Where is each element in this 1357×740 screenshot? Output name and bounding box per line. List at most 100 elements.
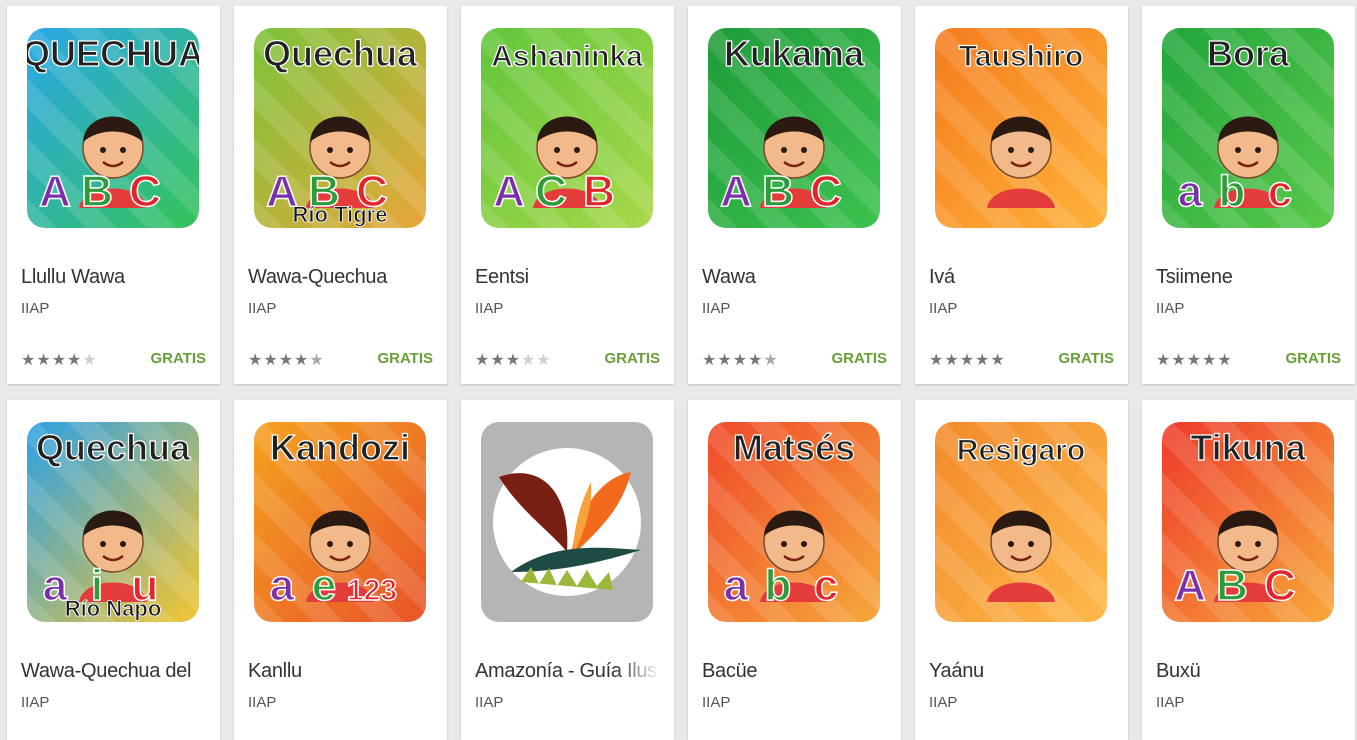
app-title[interactable]: Buxü [1156,660,1342,683]
price-label[interactable]: GRATIS [604,350,660,367]
star-icon: ★ [475,352,491,369]
star-icon: ★ [51,352,68,369]
star-rating: ★★★★★ [475,350,552,370]
app-developer[interactable]: IIAP [475,694,503,711]
quechua-rio-tigre-app-icon[interactable]: Quechua A B C Río Tigre [254,28,426,228]
tikuna-app-icon[interactable]: Tikuna A B C [1162,422,1334,622]
star-icon: ★ [975,352,991,369]
app-card[interactable]: Amazonía - Guía Ilus IIAP [461,400,674,740]
price-label[interactable]: GRATIS [377,350,433,367]
svg-text:A: A [720,167,752,216]
app-developer[interactable]: IIAP [21,694,49,711]
svg-text:b: b [1219,167,1246,216]
app-developer[interactable]: IIAP [475,300,503,317]
bora-app-icon[interactable]: Bora a b c [1162,28,1334,228]
star-icon: ★ [82,352,98,369]
quechua-abc-app-icon[interactable]: QUECHUA A B C [27,28,199,228]
app-developer[interactable]: IIAP [248,694,276,711]
svg-text:a: a [270,561,295,610]
app-card[interactable]: Bora a b c Tsiimene IIAP ★★★★★ GRATIS [1142,6,1355,384]
star-icon: ★ [309,352,325,369]
star-icon: ★ [732,352,749,369]
app-developer[interactable]: IIAP [702,694,730,711]
svg-text:c: c [1268,167,1292,216]
resigaro-app-icon[interactable]: Resigaro [935,422,1107,622]
star-icon: ★ [248,352,264,369]
matses-app-icon[interactable]: Matsés a b c [708,422,880,622]
star-icon: ★ [763,352,779,369]
svg-text:Río Napo: Río Napo [65,596,162,621]
app-developer[interactable]: IIAP [702,300,730,317]
app-card[interactable]: Kukama A B C Wawa IIAP ★★★★★ GRATIS [688,6,901,384]
star-icon: ★ [702,352,718,369]
app-title[interactable]: Wawa-Quechua [248,266,434,289]
app-card[interactable]: Quechua A B C Río Tigre Wawa-Quechua IIAP ★★★★★… [234,6,447,384]
app-developer[interactable]: IIAP [21,300,49,317]
app-card[interactable]: Taushiro Ivá IIAP ★★★★★ GRATIS [915,6,1128,384]
price-label[interactable]: GRATIS [1285,350,1341,367]
app-icon-graphic [481,422,653,622]
app-developer[interactable]: IIAP [248,300,276,317]
ashaninka-app-icon[interactable]: Ashaninka A C B [481,28,653,228]
app-card[interactable]: Quechua a i u Río Napo Wawa-Quechua del IIAP [7,400,220,740]
app-card[interactable]: Resigaro Yaánu IIAP [915,400,1128,740]
app-card[interactable]: Ashaninka A C B Eentsi IIAP ★★★★★ GRATIS [461,6,674,384]
star-icon: ★ [521,352,537,369]
app-title[interactable]: Wawa-Quechua del [21,660,207,683]
svg-text:Kukama: Kukama [724,33,865,74]
svg-text:Quechua: Quechua [263,33,418,74]
star-icon: ★ [1186,352,1203,369]
app-icon-graphic: QUECHUA A B C [27,28,199,228]
kandozi-app-icon[interactable]: Kandozi a e 123 [254,422,426,622]
amazonia-guide-logo-icon[interactable] [481,422,653,622]
app-developer[interactable]: IIAP [929,694,957,711]
app-title[interactable]: Wawa [702,266,888,289]
star-icon: ★ [1171,352,1187,369]
star-icon: ★ [263,352,279,369]
app-title[interactable]: Llullu Wawa [21,266,207,289]
star-icon: ★ [21,352,37,369]
app-card[interactable]: Matsés a b c Bacüe IIAP [688,400,901,740]
svg-text:QUECHUA: QUECHUA [27,33,199,74]
app-title[interactable]: Kanllu [248,660,434,683]
star-rating: ★★★★★ [1156,350,1233,370]
star-icon: ★ [990,352,1006,369]
app-title[interactable]: Bacüe [702,660,888,683]
svg-text:a: a [1178,167,1203,216]
star-icon: ★ [717,352,733,369]
price-label[interactable]: GRATIS [831,350,887,367]
svg-text:B: B [583,167,615,216]
app-developer[interactable]: IIAP [1156,694,1184,711]
app-card[interactable]: QUECHUA A B C Llullu Wawa IIAP ★★★★★ GRATIS [7,6,220,384]
app-icon-graphic: Kukama A B C [708,28,880,228]
star-icon: ★ [505,352,522,369]
app-developer[interactable]: IIAP [1156,300,1184,317]
star-icon: ★ [929,352,945,369]
svg-text:B: B [1216,561,1248,610]
svg-text:C: C [535,167,567,216]
svg-text:C: C [1264,561,1296,610]
app-card[interactable]: Tikuna A B C Buxü IIAP [1142,400,1355,740]
app-icon-graphic: Taushiro [935,28,1107,228]
app-grid: QUECHUA A B C Llullu Wawa IIAP ★★★★★ GRATIS Quec… [7,6,1355,740]
app-title[interactable]: Yaánu [929,660,1115,683]
quechua-rio-napo-app-icon[interactable]: Quechua a i u Río Napo [27,422,199,622]
app-icon-graphic: Kandozi a e 123 [254,422,426,622]
app-card[interactable]: Kandozi a e 123 Kanllu IIAP [234,400,447,740]
app-developer[interactable]: IIAP [929,300,957,317]
app-title[interactable]: Eentsi [475,266,661,289]
svg-text:Río Tigre: Río Tigre [293,202,388,227]
app-title[interactable]: Tsiimene [1156,266,1342,289]
svg-text:B: B [762,167,794,216]
app-title[interactable]: Ivá [929,266,1115,289]
kukama-app-icon[interactable]: Kukama A B C [708,28,880,228]
app-icon-graphic: Quechuaa i uRío Napo [27,422,199,622]
star-icon: ★ [490,352,506,369]
price-label[interactable]: GRATIS [1058,350,1114,367]
svg-text:C: C [129,167,161,216]
taushiro-app-icon[interactable]: Taushiro [935,28,1107,228]
svg-text:Bora: Bora [1207,33,1290,74]
price-label[interactable]: GRATIS [150,350,206,367]
svg-text:Taushiro: Taushiro [959,40,1083,73]
app-title[interactable]: Amazonía - Guía Ilus [475,660,661,683]
